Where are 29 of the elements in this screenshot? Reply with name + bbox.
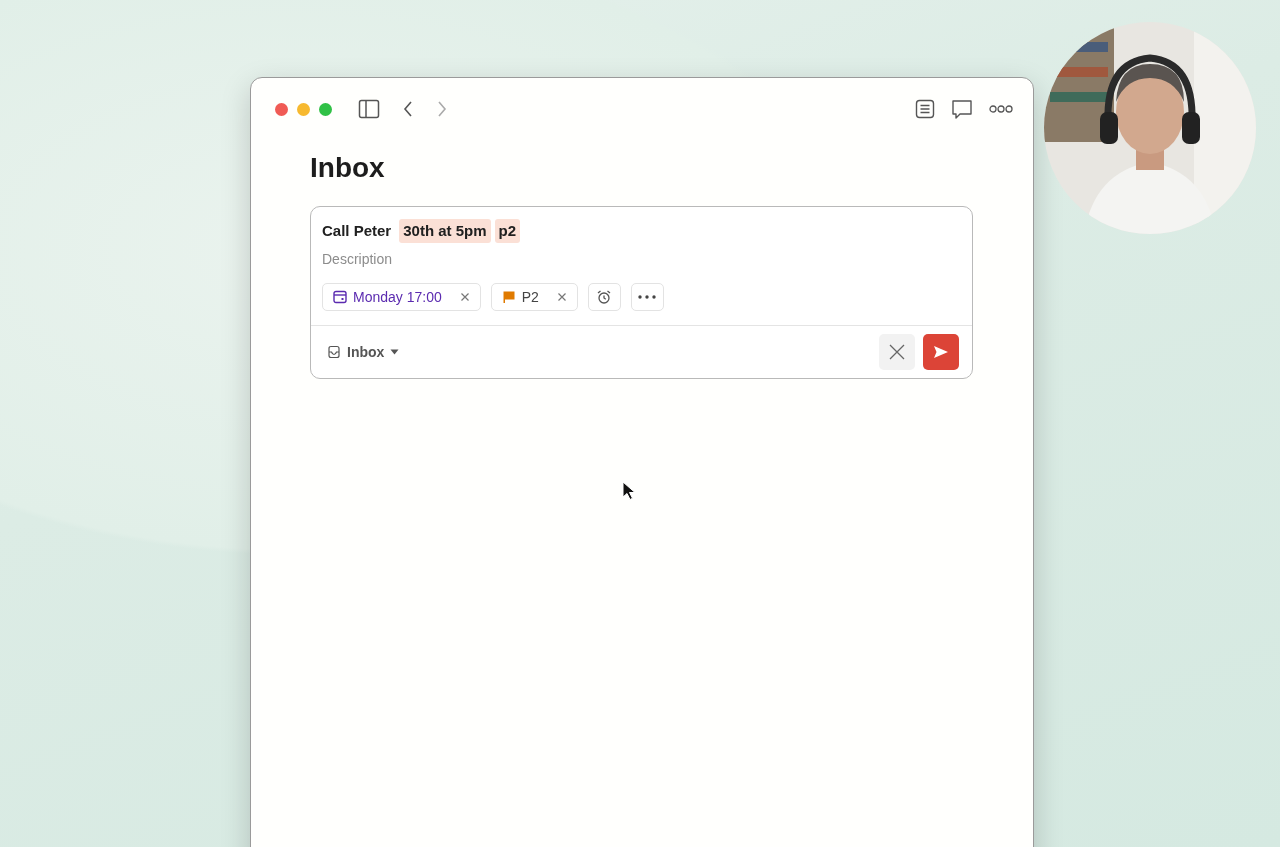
flag-icon: [501, 290, 516, 304]
calendar-icon: [333, 290, 347, 304]
reminder-button[interactable]: [587, 283, 621, 311]
inbox-icon: [327, 345, 341, 359]
mouse-pointer-icon: [622, 481, 636, 501]
page-title: Inbox: [310, 151, 386, 185]
comment-icon[interactable]: [951, 98, 973, 120]
date-chip[interactable]: Monday 17:00: [322, 283, 481, 311]
description-field[interactable]: Description: [322, 249, 622, 269]
task-name-field[interactable]: Call Peter 30th at 5pm p2: [322, 219, 961, 243]
alarm-clock-icon: [596, 289, 613, 305]
ellipsis-icon: [638, 295, 657, 299]
back-icon[interactable]: [402, 100, 414, 118]
zoom-button[interactable]: [319, 102, 332, 116]
caret-icon: [390, 349, 400, 355]
remove-icon[interactable]: [556, 292, 567, 302]
forward-icon[interactable]: [436, 100, 448, 118]
remove-icon[interactable]: [459, 292, 470, 302]
more-icon[interactable]: [989, 104, 1013, 114]
cancel-button[interactable]: [879, 334, 915, 370]
project-picker[interactable]: Inbox: [327, 344, 400, 360]
send-icon: [933, 345, 949, 359]
list-icon[interactable]: [915, 99, 935, 119]
close-button[interactable]: [275, 102, 288, 116]
priority-chip[interactable]: P2: [490, 283, 578, 311]
add-task-button[interactable]: [923, 334, 959, 370]
more-options-button[interactable]: [630, 283, 664, 311]
sidebar-icon[interactable]: [358, 99, 380, 119]
close-icon: [888, 343, 906, 361]
